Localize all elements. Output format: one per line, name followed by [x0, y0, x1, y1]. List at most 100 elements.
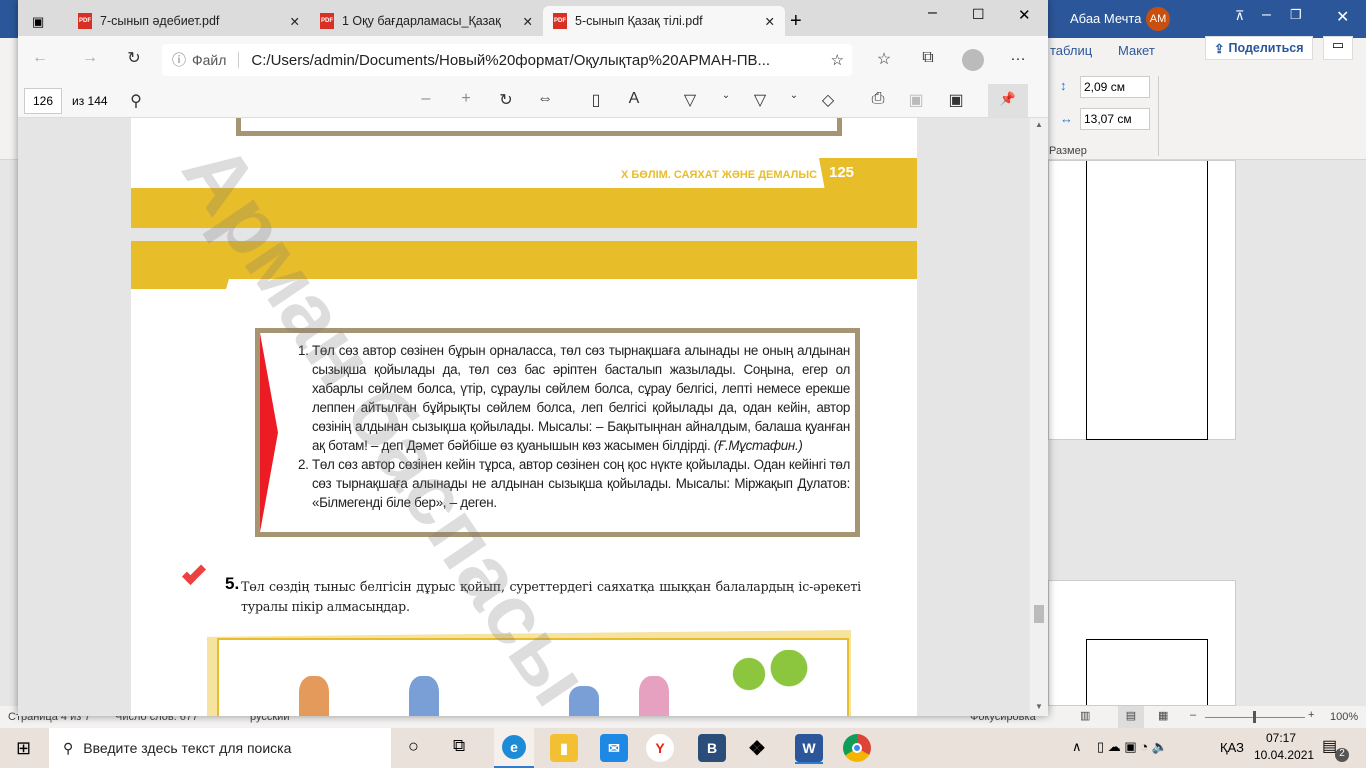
avatar[interactable]: АМ [1146, 7, 1170, 31]
pin-toolbar-button[interactable]: 📌 [988, 84, 1028, 117]
page-number-input[interactable]: 126 [24, 88, 62, 114]
search-box[interactable]: ⚲ Введите здесь текст для поиска [49, 728, 391, 768]
start-button[interactable]: ⊞ [16, 738, 31, 759]
rule-box-end [236, 118, 842, 136]
comments-button[interactable]: ▭ [1323, 36, 1353, 60]
maximize-button[interactable]: ☐ [972, 6, 985, 23]
zoom-slider-thumb[interactable] [1253, 711, 1256, 723]
highlight-options-chevron-icon[interactable]: ⌄ [782, 90, 806, 101]
zoom-out[interactable]: – [1190, 709, 1196, 721]
word-taskbar-icon[interactable]: W [795, 734, 823, 764]
favorites-icon[interactable]: ☆ [872, 49, 896, 69]
address-bar-row: ← → ↻ ⓘ Файл C:/Users/admin/Documents/Но… [18, 36, 1048, 84]
dropbox-taskbar-icon[interactable]: ❖ [743, 734, 771, 762]
tab-7-adebiet[interactable]: PDF 7-сынып әдебиет.pdf ✕ [68, 6, 310, 36]
print-icon[interactable]: ⎙ [866, 90, 890, 108]
rule-text: Төл сөз автор сөзінен кейін тұрса, автор… [312, 457, 850, 510]
tab-oqu-bagdarlamasy[interactable]: PDF 1 Оқу бағдарламасы_Қазақ тілі ✕ [310, 6, 543, 36]
restore-icon[interactable]: ❐ [1290, 7, 1302, 23]
zoom-out-icon[interactable]: – [414, 90, 438, 108]
forward-icon[interactable]: → [78, 49, 102, 67]
mail-taskbar-icon[interactable]: ✉ [600, 734, 628, 762]
yandex-taskbar-icon[interactable]: Y [646, 734, 674, 762]
scroll-up-icon[interactable]: ▲ [1035, 120, 1043, 129]
draw-icon[interactable]: ▽ [678, 90, 702, 110]
page-number: 125 [829, 164, 855, 181]
refresh-icon[interactable]: ↻ [122, 48, 146, 68]
rule-citation: (Ғ.Мұстафин.) [713, 438, 803, 453]
section-header: Х БӨЛІМ. САЯХАТ ЖӘНЕ ДЕМАЛЫС [621, 169, 818, 181]
close-tab-icon[interactable]: ✕ [523, 14, 533, 29]
red-check-icon [181, 560, 207, 586]
share-button[interactable]: ⇪ Поделиться [1205, 36, 1313, 60]
user-name: Абаа Мечта [1070, 11, 1142, 26]
more-icon[interactable]: … [1006, 47, 1030, 65]
fit-page-icon[interactable]: ⇔ [533, 90, 557, 108]
minimize-icon[interactable]: – [1262, 6, 1271, 24]
close-tab-icon[interactable]: ✕ [290, 14, 300, 29]
pin-icon: 📌 [999, 91, 1017, 106]
task-view-icon[interactable]: ⧉ [453, 736, 465, 756]
pdf-page-126: Төл сөз автор сөзінен бұрын орналасса, т… [131, 241, 917, 716]
clock-date[interactable]: 10.04.2021 [1254, 748, 1314, 762]
tray-chevron-icon[interactable]: ∧ [1072, 739, 1082, 755]
scrollbar-thumb[interactable] [1034, 605, 1044, 623]
rule-item: Төл сөз автор сөзінен кейін тұрса, автор… [312, 455, 850, 512]
rotate-icon[interactable]: ↻ [494, 90, 518, 110]
zoom-in[interactable]: + [1308, 709, 1314, 721]
vertical-scrollbar[interactable]: ▲ ▼ [1030, 118, 1048, 716]
search-icon[interactable]: ⚲ [124, 91, 148, 111]
tab-layout[interactable]: Макет [1118, 43, 1155, 58]
pdf-icon: PDF [553, 13, 567, 29]
back-icon[interactable]: ← [28, 49, 52, 67]
tray-network-icons[interactable]: ▯ ☁ ▣ ◔ 🔈 [1097, 739, 1168, 755]
page-number-value: 126 [32, 94, 54, 108]
url-text: C:/Users/admin/Documents/Новый%20формат/… [251, 51, 771, 69]
taskbar: ⊞ ⚲ Введите здесь текст для поиска ○ ⧉ e … [0, 728, 1366, 768]
tab-actions-icon[interactable]: ▣ [32, 14, 44, 30]
save-as-icon[interactable]: ▣ [944, 90, 968, 110]
minimize-button[interactable]: – [928, 4, 937, 22]
edge-taskbar-icon[interactable]: e [494, 728, 534, 768]
read-aloud-icon[interactable]: A [622, 90, 646, 108]
width-field[interactable]: 13,07 см [1080, 108, 1150, 130]
page-view-icon[interactable]: ▯ [584, 90, 608, 110]
print-layout-icon[interactable]: ▤ [1118, 706, 1144, 728]
save-icon[interactable]: ▣ [904, 90, 928, 110]
input-language[interactable]: ҚАЗ [1220, 740, 1244, 755]
close-tab-icon[interactable]: ✕ [765, 14, 775, 29]
zoom-in-icon[interactable]: + [454, 90, 478, 108]
eraser-icon[interactable]: ◇ [816, 90, 840, 110]
pdf-toolbar: 126 из 144 ⚲ – + ↻ ⇔ ▯ A ▽ ⌄ ▽ ⌄ ◇ ⎙ ▣ ▣… [18, 84, 1048, 118]
profile-icon[interactable] [962, 49, 984, 71]
comment-icon: ▭ [1331, 37, 1345, 52]
address-prefix: Файл [192, 52, 240, 68]
clock-time[interactable]: 07:17 [1266, 731, 1296, 745]
highlight-icon[interactable]: ▽ [748, 90, 772, 110]
draw-options-chevron-icon[interactable]: ⌄ [714, 90, 738, 101]
tab-5-synyp-qazaq-tili[interactable]: PDF 5-сынып Қазақ тілі.pdf ✕ [543, 6, 785, 36]
search-icon: ⚲ [63, 739, 74, 756]
ribbon-display-icon[interactable]: ⊼ [1235, 8, 1245, 24]
cortana-icon[interactable]: ○ [408, 736, 419, 757]
height-field[interactable]: 2,09 см [1080, 76, 1150, 98]
chrome-taskbar-icon[interactable] [843, 734, 871, 762]
vk-taskbar-icon[interactable]: B [698, 734, 726, 762]
close-button[interactable]: ✕ [1018, 6, 1031, 24]
explorer-taskbar-icon[interactable]: ▮ [550, 734, 578, 762]
favorite-add-icon[interactable]: ☆ [831, 51, 844, 69]
collections-icon[interactable]: ⧉ [916, 49, 940, 67]
tab-table-layout[interactable]: таблиц [1050, 43, 1092, 58]
address-bar[interactable]: ⓘ Файл C:/Users/admin/Documents/Новый%20… [162, 44, 852, 76]
width-icon: ↔ [1060, 111, 1073, 126]
page-total: из 144 [72, 94, 108, 108]
width-value: 13,07 см [1084, 112, 1132, 126]
new-tab-button[interactable]: + [790, 10, 802, 33]
red-arrow-marker [260, 333, 278, 532]
search-placeholder: Введите здесь текст для поиска [83, 740, 292, 756]
read-mode-icon[interactable]: ▥ [1080, 709, 1090, 722]
zoom-level[interactable]: 100% [1330, 711, 1358, 723]
scroll-down-icon[interactable]: ▼ [1035, 702, 1043, 711]
close-icon[interactable]: ✕ [1336, 7, 1349, 27]
web-layout-icon[interactable]: ▦ [1158, 709, 1168, 722]
